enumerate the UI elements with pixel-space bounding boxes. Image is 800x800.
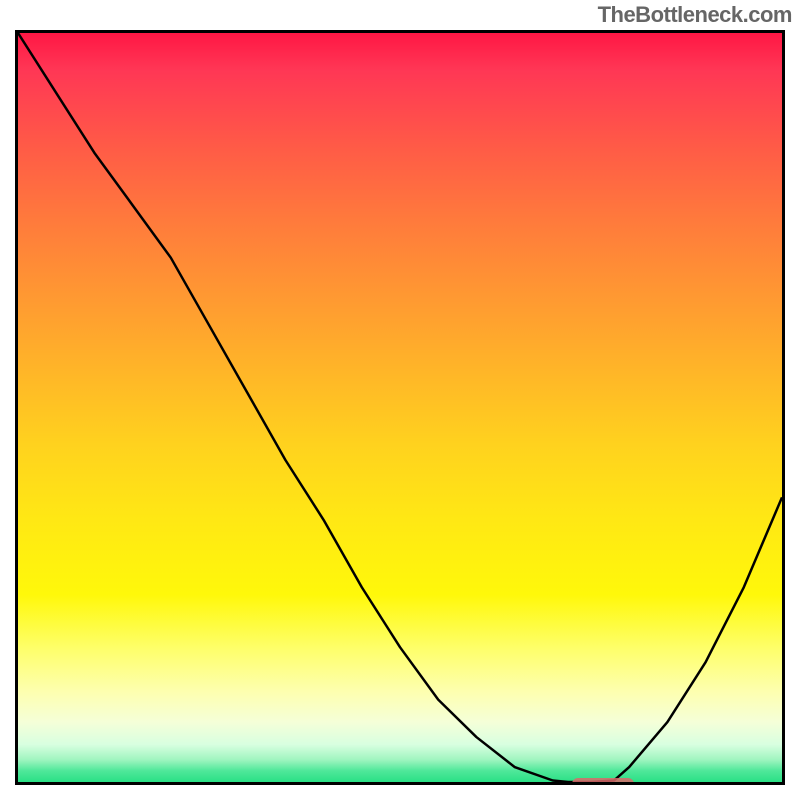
curve-svg [18, 33, 782, 782]
bottleneck-curve [18, 33, 782, 782]
watermark-text: TheBottleneck.com [598, 2, 792, 28]
plot-area [15, 30, 785, 785]
chart-container: TheBottleneck.com [0, 0, 800, 800]
optimal-range-marker [572, 778, 634, 785]
